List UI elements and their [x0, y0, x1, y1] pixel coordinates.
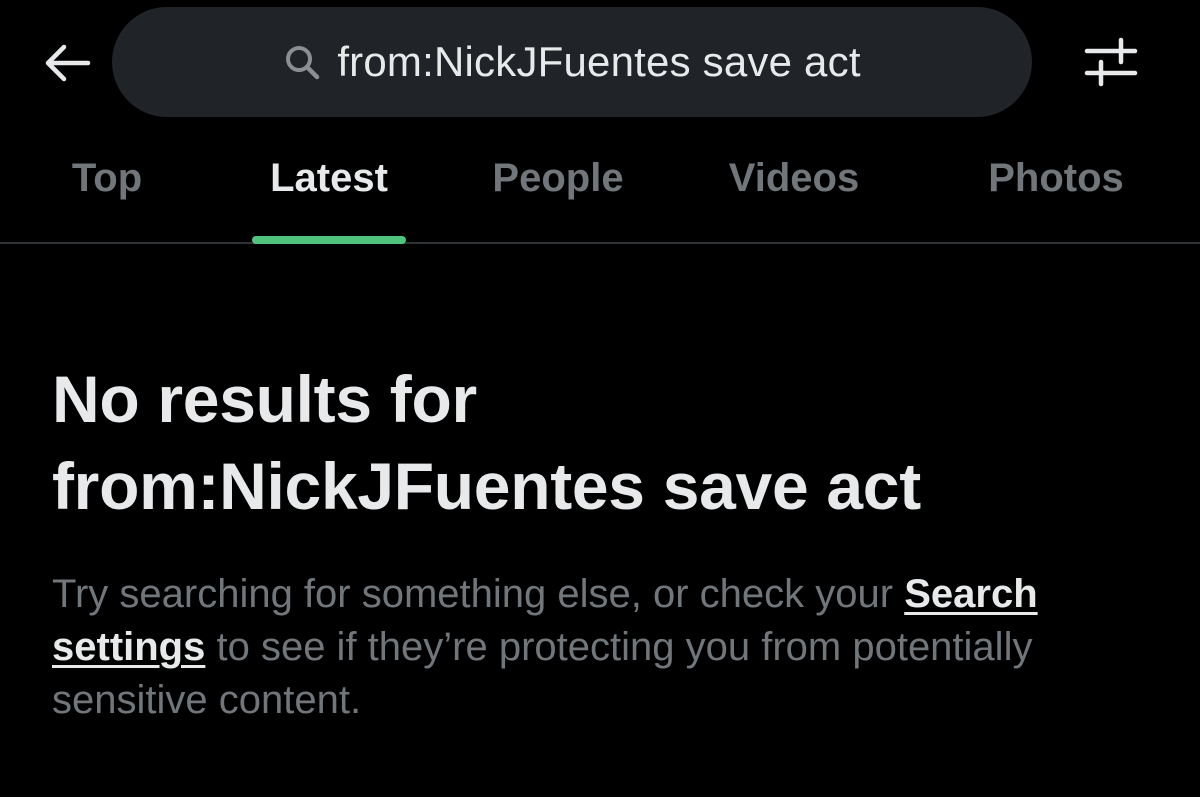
active-tab-indicator: [252, 236, 406, 244]
sliders-icon: [1083, 36, 1139, 93]
search-header: from:NickJFuentes save act: [0, 0, 1200, 130]
search-input[interactable]: from:NickJFuentes save act: [112, 7, 1032, 117]
empty-state-title: No results for from:NickJFuentes save ac…: [52, 356, 1172, 530]
arrow-left-icon: [42, 43, 92, 88]
tab-label: People: [492, 155, 624, 200]
tab-top[interactable]: Top: [20, 130, 194, 242]
tab-photos[interactable]: Photos: [958, 130, 1154, 242]
tab-label: Videos: [728, 155, 860, 200]
search-query-text: from:NickJFuentes save act: [337, 38, 861, 85]
empty-state-description: Try searching for something else, or che…: [52, 568, 1162, 728]
tab-latest[interactable]: Latest: [232, 130, 426, 244]
tab-label: Photos: [988, 155, 1124, 200]
tab-videos[interactable]: Videos: [696, 130, 892, 242]
back-button[interactable]: [38, 36, 96, 94]
empty-state-title-query: from:NickJFuentes save act: [52, 449, 921, 524]
search-tabs: Top Latest People Videos Photos: [0, 130, 1200, 244]
tab-label: Latest: [270, 155, 388, 200]
empty-state-title-line1: No results for: [52, 362, 477, 436]
search-filter-button[interactable]: [1078, 34, 1144, 94]
tab-label: Top: [71, 155, 143, 200]
search-icon: [283, 42, 323, 82]
empty-state-text-before: Try searching for something else, or che…: [52, 572, 905, 616]
tab-people[interactable]: People: [460, 130, 656, 242]
